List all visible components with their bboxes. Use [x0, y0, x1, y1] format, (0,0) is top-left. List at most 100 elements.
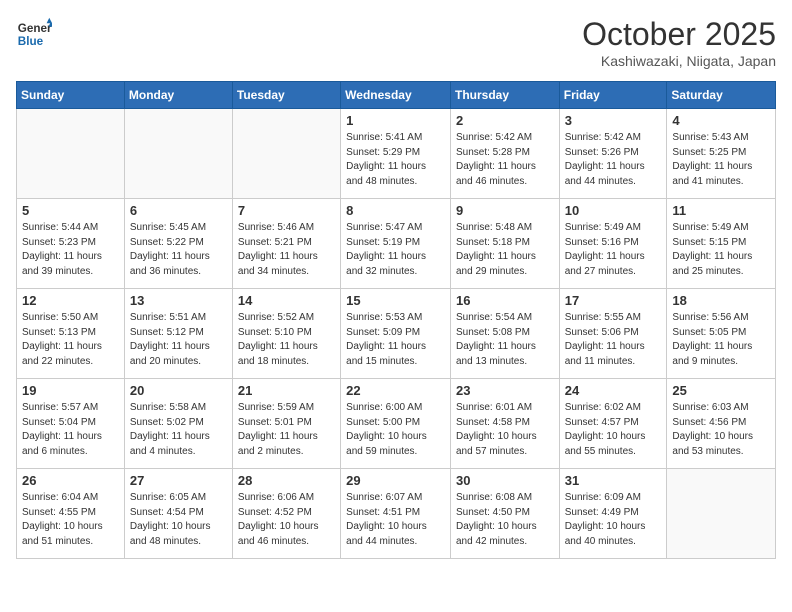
calendar-cell — [124, 109, 232, 199]
calendar-cell: 23 Sunrise: 6:01 AM Sunset: 4:58 PM Dayli… — [450, 379, 559, 469]
day-info: Sunrise: 5:50 AM Sunset: 5:13 PM Dayligh… — [22, 311, 119, 369]
day-number: 1 — [346, 113, 445, 128]
day-number: 21 — [238, 383, 335, 398]
calendar-cell — [232, 109, 340, 199]
day-info: Sunrise: 5:53 AM Sunset: 5:09 PM Dayligh… — [346, 311, 445, 369]
weekday-header: Friday — [559, 82, 667, 109]
day-number: 23 — [456, 383, 554, 398]
day-number: 28 — [238, 473, 335, 488]
day-info: Sunrise: 6:01 AM Sunset: 4:58 PM Dayligh… — [456, 401, 554, 459]
day-info: Sunrise: 5:43 AM Sunset: 5:25 PM Dayligh… — [672, 131, 770, 189]
day-info: Sunrise: 5:56 AM Sunset: 5:05 PM Dayligh… — [672, 311, 770, 369]
calendar-cell — [17, 109, 125, 199]
day-number: 3 — [565, 113, 662, 128]
calendar-cell: 31Sunrise: 6:09 AM Sunset: 4:49 PM Dayli… — [559, 469, 667, 559]
calendar-cell: 26 Sunrise: 6:04 AM Sunset: 4:55 PM Dayli… — [17, 469, 125, 559]
calendar-cell: 11 Sunrise: 5:49 AM Sunset: 5:15 PM Dayli… — [667, 199, 776, 289]
calendar-cell: 8 Sunrise: 5:47 AM Sunset: 5:19 PM Daylig… — [341, 199, 451, 289]
calendar-week-row: 1 Sunrise: 5:41 AM Sunset: 5:29 PM Daylig… — [17, 109, 776, 199]
day-info: Sunrise: 6:04 AM Sunset: 4:55 PM Dayligh… — [22, 491, 119, 549]
calendar-week-row: 19Sunrise: 5:57 AM Sunset: 5:04 PM Dayli… — [17, 379, 776, 469]
day-number: 18 — [672, 293, 770, 308]
day-number: 26 — [22, 473, 119, 488]
day-info: Sunrise: 5:42 AM Sunset: 5:28 PM Dayligh… — [456, 131, 554, 189]
day-number: 24 — [565, 383, 662, 398]
calendar-cell — [667, 469, 776, 559]
calendar-cell: 20 Sunrise: 5:58 AM Sunset: 5:02 PM Dayli… — [124, 379, 232, 469]
day-number: 14 — [238, 293, 335, 308]
day-info: Sunrise: 6:09 AM Sunset: 4:49 PM Dayligh… — [565, 491, 662, 549]
calendar-cell: 5 Sunrise: 5:44 AM Sunset: 5:23 PM Daylig… — [17, 199, 125, 289]
day-info: Sunrise: 6:03 AM Sunset: 4:56 PM Dayligh… — [672, 401, 770, 459]
calendar-cell: 6 Sunrise: 5:45 AM Sunset: 5:22 PM Daylig… — [124, 199, 232, 289]
day-info: Sunrise: 5:44 AM Sunset: 5:23 PM Dayligh… — [22, 221, 119, 279]
day-info: Sunrise: 6:06 AM Sunset: 4:52 PM Dayligh… — [238, 491, 335, 549]
day-number: 7 — [238, 203, 335, 218]
calendar-table: SundayMondayTuesdayWednesdayThursdayFrid… — [16, 81, 776, 559]
day-number: 22 — [346, 383, 445, 398]
calendar-cell: 2 Sunrise: 5:42 AM Sunset: 5:28 PM Daylig… — [450, 109, 559, 199]
location: Kashiwazaki, Niigata, Japan — [582, 53, 776, 69]
calendar-cell: 21 Sunrise: 5:59 AM Sunset: 5:01 PM Dayli… — [232, 379, 340, 469]
day-number: 5 — [22, 203, 119, 218]
calendar-cell: 16Sunrise: 5:54 AM Sunset: 5:08 PM Dayli… — [450, 289, 559, 379]
day-number: 2 — [456, 113, 554, 128]
day-info: Sunrise: 5:49 AM Sunset: 5:15 PM Dayligh… — [672, 221, 770, 279]
calendar-week-row: 26 Sunrise: 6:04 AM Sunset: 4:55 PM Dayli… — [17, 469, 776, 559]
day-info: Sunrise: 5:57 AM Sunset: 5:04 PM Dayligh… — [22, 401, 119, 459]
weekday-header: Tuesday — [232, 82, 340, 109]
day-number: 20 — [130, 383, 227, 398]
page-header: General Blue October 2025 Kashiwazaki, N… — [16, 16, 776, 69]
day-number: 9 — [456, 203, 554, 218]
calendar-cell: 9 Sunrise: 5:48 AM Sunset: 5:18 PM Daylig… — [450, 199, 559, 289]
day-number: 10 — [565, 203, 662, 218]
day-info: Sunrise: 6:02 AM Sunset: 4:57 PM Dayligh… — [565, 401, 662, 459]
day-number: 12 — [22, 293, 119, 308]
day-number: 25 — [672, 383, 770, 398]
calendar-cell: 12 Sunrise: 5:50 AM Sunset: 5:13 PM Dayli… — [17, 289, 125, 379]
calendar-cell: 14Sunrise: 5:52 AM Sunset: 5:10 PM Dayli… — [232, 289, 340, 379]
logo-icon: General Blue — [16, 16, 52, 52]
calendar-cell: 24 Sunrise: 6:02 AM Sunset: 4:57 PM Dayli… — [559, 379, 667, 469]
day-info: Sunrise: 6:00 AM Sunset: 5:00 PM Dayligh… — [346, 401, 445, 459]
svg-text:General: General — [18, 22, 52, 35]
day-number: 11 — [672, 203, 770, 218]
day-info: Sunrise: 5:55 AM Sunset: 5:06 PM Dayligh… — [565, 311, 662, 369]
day-number: 6 — [130, 203, 227, 218]
weekday-header: Sunday — [17, 82, 125, 109]
day-info: Sunrise: 5:48 AM Sunset: 5:18 PM Dayligh… — [456, 221, 554, 279]
day-info: Sunrise: 5:51 AM Sunset: 5:12 PM Dayligh… — [130, 311, 227, 369]
calendar-cell: 17 Sunrise: 5:55 AM Sunset: 5:06 PM Dayli… — [559, 289, 667, 379]
day-number: 8 — [346, 203, 445, 218]
calendar-cell: 29Sunrise: 6:07 AM Sunset: 4:51 PM Dayli… — [341, 469, 451, 559]
svg-text:Blue: Blue — [18, 35, 44, 48]
weekday-header: Thursday — [450, 82, 559, 109]
calendar-cell: 19Sunrise: 5:57 AM Sunset: 5:04 PM Dayli… — [17, 379, 125, 469]
calendar-cell: 22 Sunrise: 6:00 AM Sunset: 5:00 PM Dayli… — [341, 379, 451, 469]
day-number: 17 — [565, 293, 662, 308]
calendar-cell: 25 Sunrise: 6:03 AM Sunset: 4:56 PM Dayli… — [667, 379, 776, 469]
calendar-week-row: 5 Sunrise: 5:44 AM Sunset: 5:23 PM Daylig… — [17, 199, 776, 289]
weekday-header: Monday — [124, 82, 232, 109]
day-info: Sunrise: 5:45 AM Sunset: 5:22 PM Dayligh… — [130, 221, 227, 279]
day-info: Sunrise: 5:58 AM Sunset: 5:02 PM Dayligh… — [130, 401, 227, 459]
day-info: Sunrise: 5:47 AM Sunset: 5:19 PM Dayligh… — [346, 221, 445, 279]
day-info: Sunrise: 5:41 AM Sunset: 5:29 PM Dayligh… — [346, 131, 445, 189]
day-info: Sunrise: 6:05 AM Sunset: 4:54 PM Dayligh… — [130, 491, 227, 549]
calendar-cell: 13 Sunrise: 5:51 AM Sunset: 5:12 PM Dayli… — [124, 289, 232, 379]
day-info: Sunrise: 5:59 AM Sunset: 5:01 PM Dayligh… — [238, 401, 335, 459]
calendar-cell: 27Sunrise: 6:05 AM Sunset: 4:54 PM Dayli… — [124, 469, 232, 559]
day-number: 16 — [456, 293, 554, 308]
calendar-cell: 1 Sunrise: 5:41 AM Sunset: 5:29 PM Daylig… — [341, 109, 451, 199]
calendar-cell: 10 Sunrise: 5:49 AM Sunset: 5:16 PM Dayli… — [559, 199, 667, 289]
day-info: Sunrise: 5:49 AM Sunset: 5:16 PM Dayligh… — [565, 221, 662, 279]
day-number: 4 — [672, 113, 770, 128]
calendar-week-row: 12 Sunrise: 5:50 AM Sunset: 5:13 PM Dayli… — [17, 289, 776, 379]
month-title: October 2025 — [582, 16, 776, 53]
calendar-cell: 7Sunrise: 5:46 AM Sunset: 5:21 PM Daylig… — [232, 199, 340, 289]
calendar-cell: 3Sunrise: 5:42 AM Sunset: 5:26 PM Daylig… — [559, 109, 667, 199]
logo: General Blue — [16, 16, 56, 52]
weekday-header: Wednesday — [341, 82, 451, 109]
day-number: 13 — [130, 293, 227, 308]
day-info: Sunrise: 6:07 AM Sunset: 4:51 PM Dayligh… — [346, 491, 445, 549]
